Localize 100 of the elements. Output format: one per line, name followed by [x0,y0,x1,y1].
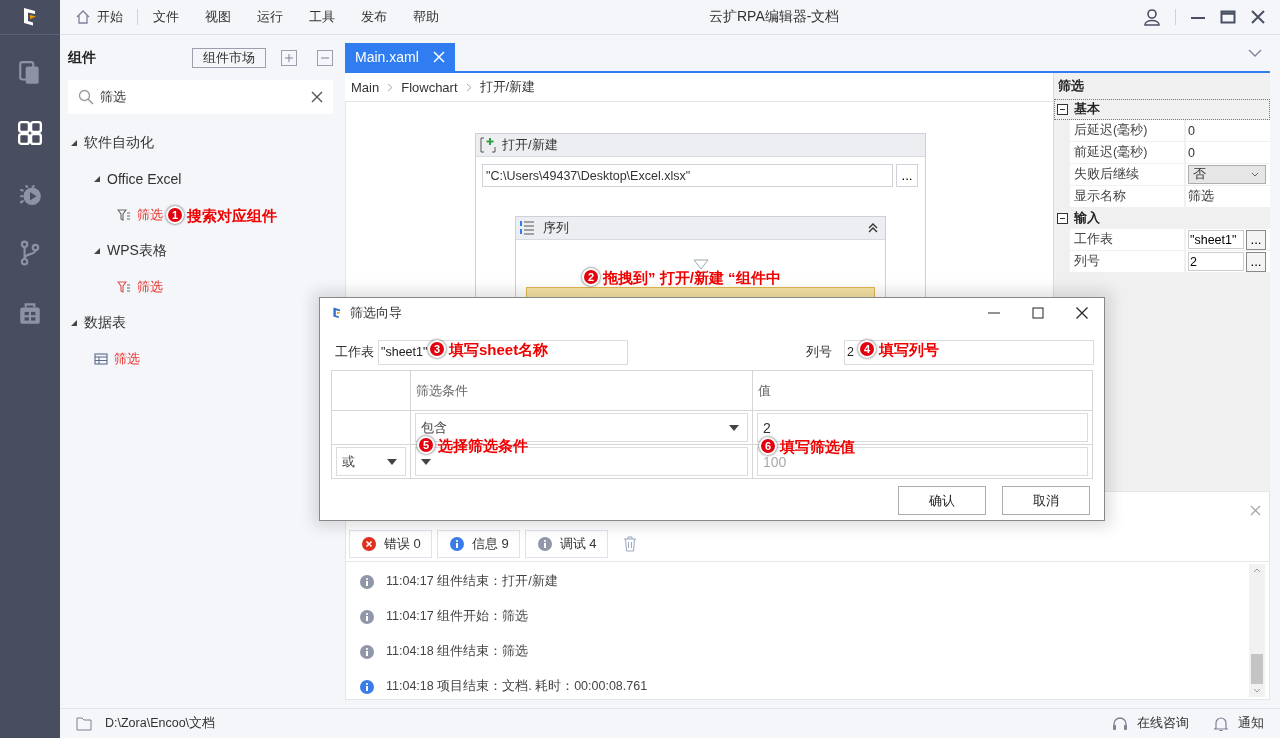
headset-icon [1112,715,1128,732]
market-button[interactable]: 组件市场 [192,48,266,68]
sequence-icon [519,220,535,236]
filter-button[interactable]: 信息 9 [436,530,520,558]
info-icon [449,537,464,551]
property-dropdown[interactable]: 否 [1188,165,1266,184]
chevron-down-icon[interactable] [1248,49,1262,57]
grid-icon[interactable] [17,120,43,146]
collapse-icon[interactable] [867,222,879,234]
info-icon [360,679,374,694]
trash-icon[interactable] [622,536,637,552]
scroll-thumb[interactable] [1251,654,1263,684]
properties-title: 筛选 [1058,77,1084,95]
chevron-right-icon [387,82,394,92]
tree-item[interactable]: 筛选 [60,269,163,305]
panel-title: 组件 [68,49,96,67]
dialog-button[interactable]: 取消 [1002,486,1090,515]
path-field[interactable]: "C:\Users\49437\Desktop\Excel.xlsx" [482,164,893,187]
log-message: 11:04:17 组件开始：筛选 [386,608,529,625]
toolbox-icon[interactable] [17,300,43,326]
caret-icon[interactable] [70,319,78,327]
breadcrumb-item[interactable]: Main [351,79,380,95]
debug-info-icon [537,537,552,551]
search-icon [78,89,94,105]
property-label: 工作表 [1074,231,1113,248]
search-field[interactable]: 筛选 [68,80,333,114]
browse-button[interactable]: ... [1246,229,1266,250]
breadcrumb-item[interactable]: 打开/新建 [479,78,536,96]
callout-text: 填写sheet名称 [449,340,549,358]
close-icon[interactable] [1250,9,1266,25]
tree-item[interactable]: 数据表 [60,305,126,341]
column-header: 值 [758,381,771,400]
clear-icon[interactable] [311,91,323,103]
property-label: 列号 [1074,253,1100,270]
dialog-title: 筛选向导 [350,304,402,322]
callout-text: 搜索对应组件 [187,206,277,224]
menu-item[interactable]: 发布 [348,8,400,26]
log-message: 11:04:18 组件结束：筛选 [386,643,529,660]
property-label: 显示名称 [1074,188,1126,205]
filter-button[interactable]: 调试 4 [524,530,608,558]
browse-button[interactable]: ... [896,164,918,187]
dialog-button[interactable]: 确认 [898,486,986,515]
maximize-icon[interactable] [1032,307,1044,319]
debug-info-icon [360,609,374,624]
menu-item[interactable]: 视图 [192,8,244,26]
status-link[interactable]: 通知 [1213,715,1264,732]
scroll-up-icon[interactable] [1253,568,1261,573]
scrollbar[interactable] [1249,564,1265,697]
property-value: 0 [1188,145,1195,160]
caret-icon[interactable] [93,175,101,183]
category-label: 基本 [1074,101,1100,118]
close-icon[interactable] [1076,307,1088,319]
connector-dropdown[interactable]: 或 [336,447,406,476]
dropdown-arrow-icon [729,424,739,431]
collapse-icon[interactable] [1057,104,1068,115]
table-icon [94,352,108,366]
project-path: D:\Zora\Encoo\文档 [105,715,216,732]
tree-item[interactable]: WPS表格 [60,233,167,269]
tree-item[interactable]: 软件自动化 [60,125,154,161]
caret-icon[interactable] [93,247,101,255]
maximize-icon[interactable] [1220,9,1236,25]
property-field[interactable]: "sheet1" [1188,230,1244,249]
app-logo [332,307,342,319]
field-label: 工作表 [335,343,374,361]
dropdown-arrow-icon [421,458,431,465]
user-icon[interactable] [1143,8,1161,26]
debug-info-icon [360,574,374,589]
drop-target-icon [692,259,709,270]
menu-item[interactable]: 工具 [296,8,348,26]
debug-info-icon [360,644,374,659]
menu-item[interactable]: 文件 [140,8,192,26]
tree-item[interactable]: Office Excel [60,161,182,197]
menu-item[interactable]: 开始 [75,8,137,26]
add-icon[interactable] [281,50,297,66]
caret-icon[interactable] [70,139,78,147]
property-field[interactable]: 2 [1188,252,1244,271]
property-value: 筛选 [1188,188,1214,205]
editor-tab[interactable]: Main.xaml [345,43,455,71]
error-icon [362,537,376,551]
collapse-icon[interactable] [1057,213,1068,224]
menu-item[interactable]: 帮助 [400,8,452,26]
filter-button[interactable]: 错误 0 [349,530,432,558]
window-title: 云扩RPA编辑器-文档 [709,8,840,26]
menu-item[interactable]: 运行 [244,8,296,26]
column-header: 筛选条件 [416,381,468,400]
category-label: 输入 [1074,210,1100,227]
property-label: 后延迟(毫秒) [1074,122,1148,139]
filter-icon [117,208,131,222]
tree-item[interactable]: 筛选 [60,341,140,377]
breadcrumb-item[interactable]: Flowchart [401,79,458,95]
browse-button[interactable]: ... [1246,251,1266,272]
chevron-right-icon [465,82,472,92]
field-label: 列号 [806,343,832,361]
bell-icon [1213,715,1229,732]
callout-text: 拖拽到” 打开/新建 “组件中 [603,268,781,286]
callout-text: 填写列号 [879,340,939,358]
status-link[interactable]: 在线咨询 [1112,715,1189,732]
property-label: 前延迟(毫秒) [1074,144,1148,161]
scroll-down-icon[interactable] [1253,688,1261,693]
tree-item[interactable]: 筛选 [60,197,163,233]
